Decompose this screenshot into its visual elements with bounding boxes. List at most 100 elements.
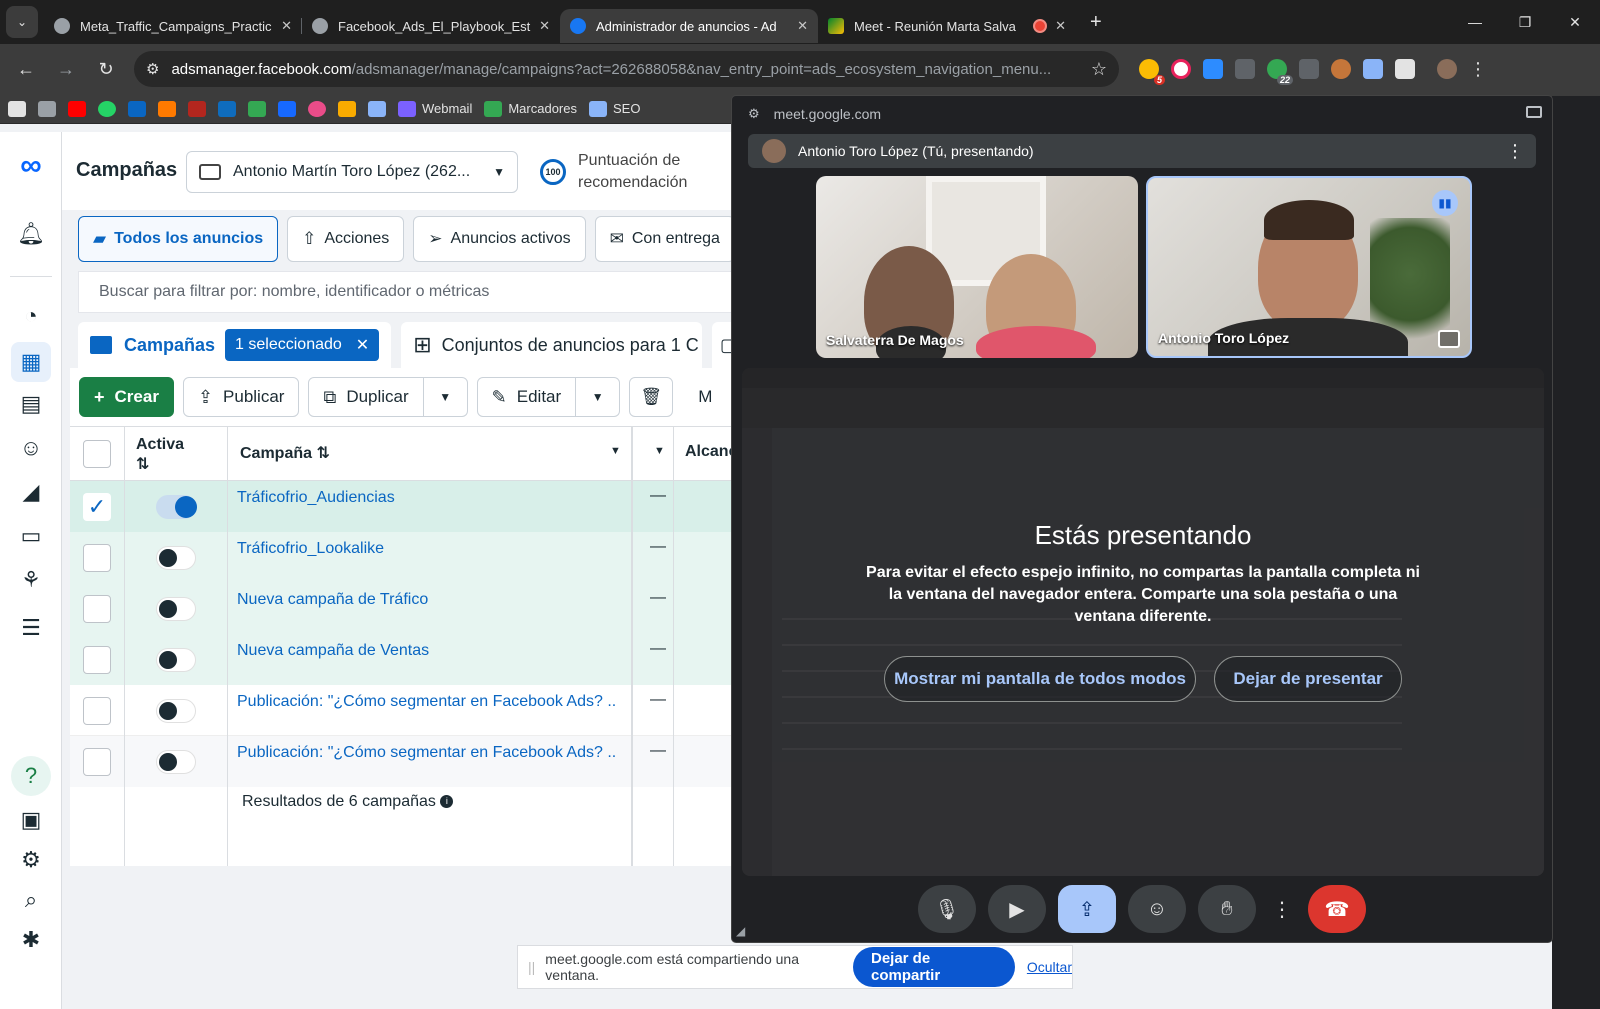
participant-tile[interactable]: Salvaterra De Magos	[816, 176, 1138, 358]
edit-dropdown[interactable]: ▼	[576, 377, 621, 417]
filter-active-ads[interactable]: ➢ Anuncios activos	[413, 216, 586, 262]
forward-icon[interactable]: →	[46, 59, 86, 80]
reload-icon[interactable]: ↻	[86, 59, 126, 80]
stop-sharing-button[interactable]: Dejar de compartir	[852, 947, 1015, 987]
outlook-icon[interactable]	[218, 100, 236, 117]
selected-badge[interactable]: 1 seleccionado ✕	[225, 329, 380, 361]
bookmark-red-icon[interactable]	[188, 100, 206, 117]
campaign-name-link[interactable]: Tráficofrio_Audiencias	[237, 489, 617, 507]
browser-tab-1[interactable]: Meta_Traffic_Campaigns_Practic ✕	[44, 9, 302, 43]
campaign-name-link[interactable]: Tráficofrio_Lookalike	[237, 540, 617, 558]
accessibility-icon[interactable]	[368, 100, 386, 117]
news-feed-icon[interactable]: ▣	[11, 800, 51, 840]
minimize-icon[interactable]: —	[1450, 14, 1500, 30]
back-icon[interactable]: ←	[6, 59, 46, 80]
extension-s-icon[interactable]	[1299, 59, 1319, 79]
extension-green-icon[interactable]: 22	[1267, 59, 1293, 85]
campaign-name-link[interactable]: Nueva campaña de Ventas	[237, 642, 617, 660]
campaign-toggle[interactable]	[156, 495, 197, 519]
analytics-icon[interactable]	[338, 100, 356, 117]
extension-block-icon[interactable]	[1171, 59, 1191, 79]
more-button[interactable]: M	[698, 387, 712, 407]
campaigns-table-icon[interactable]: ▦	[11, 342, 51, 382]
meta-logo-icon[interactable]: ∞	[11, 146, 51, 186]
show-screen-anyway-button[interactable]: Mostrar mi pantalla de todos modos	[884, 656, 1196, 702]
header-campaign[interactable]: Campaña ⇅	[240, 443, 330, 463]
extension-shield-icon[interactable]	[1363, 59, 1383, 79]
present-screen-button[interactable]: ⇪	[1058, 885, 1116, 933]
reactions-button[interactable]: ☺	[1128, 885, 1186, 933]
youtube-icon[interactable]	[68, 100, 86, 117]
drag-handle-icon[interactable]: ||	[528, 959, 535, 975]
filter-delivering[interactable]: ✉ Con entrega	[594, 216, 735, 262]
campaign-toggle[interactable]	[156, 750, 196, 774]
header-active[interactable]: Activa ⇅	[136, 435, 184, 475]
extension-m-icon[interactable]	[1203, 59, 1223, 79]
resize-handle-icon[interactable]: ◢	[736, 924, 745, 938]
row-checkbox[interactable]	[83, 646, 111, 674]
audiences-icon[interactable]: ☺	[11, 428, 51, 468]
table-row[interactable]: Tráficofrio_Lookalike —	[70, 532, 742, 583]
extension-cookie-icon[interactable]	[1331, 59, 1351, 79]
column-dropdown-icon[interactable]: ▼	[610, 445, 621, 457]
table-row[interactable]: Nueva campaña de Ventas —	[70, 634, 742, 685]
close-tab-icon[interactable]: ✕	[281, 18, 292, 34]
stop-presenting-button[interactable]: Dejar de presentar	[1214, 656, 1402, 702]
extension-bulb-icon[interactable]: 5	[1139, 59, 1165, 85]
campaign-name-link[interactable]: Publicación: "¿Cómo segmentar en Faceboo…	[237, 693, 617, 711]
campaign-toggle[interactable]	[156, 699, 196, 723]
site-info-icon[interactable]: ⚙	[748, 106, 760, 122]
linkedin-icon[interactable]	[128, 100, 146, 117]
create-button[interactable]: + Crear	[79, 377, 174, 417]
bookmark-webmail[interactable]: Webmail	[398, 100, 472, 117]
help-icon[interactable]: ?	[11, 756, 51, 796]
settings-gear-icon[interactable]: ⚙	[11, 840, 51, 880]
address-bar[interactable]: ⚙ adsmanager.facebook.com /adsmanager/ma…	[134, 51, 1119, 87]
column-dropdown-icon[interactable]: ▼	[654, 445, 665, 457]
participant-tile-self[interactable]: ▮▮ Antonio Toro López	[1146, 176, 1472, 358]
clear-selection-icon[interactable]: ✕	[356, 335, 369, 355]
delete-button[interactable]: 🗑︎	[629, 377, 674, 417]
filter-actions[interactable]: ⇧ Acciones	[287, 216, 405, 262]
row-checkbox[interactable]	[83, 544, 111, 572]
table-row[interactable]: ✓ Tráficofrio_Audiencias —	[70, 481, 742, 532]
close-window-icon[interactable]: ✕	[1550, 14, 1600, 31]
profile-avatar[interactable]	[1437, 59, 1457, 79]
microphone-button[interactable]: 🎙︎	[918, 885, 976, 933]
row-checkbox[interactable]	[83, 748, 111, 776]
hide-link[interactable]: Ocultar	[1027, 959, 1072, 975]
dashboard-gauge-icon[interactable]: ◔	[11, 296, 51, 336]
row-checkbox[interactable]: ✓	[83, 493, 111, 521]
behance-icon[interactable]	[278, 100, 296, 117]
close-tab-icon[interactable]: ✕	[1055, 18, 1066, 34]
dribbble-icon[interactable]	[308, 100, 326, 117]
site-info-icon[interactable]: ⚙	[146, 60, 159, 78]
business-settings-icon[interactable]: ⚘	[11, 560, 51, 600]
opportunity-score[interactable]: 100 Puntuación de recomendación	[540, 150, 718, 194]
extensions-puzzle-icon[interactable]	[1395, 59, 1415, 79]
duplicate-dropdown[interactable]: ▼	[423, 377, 468, 417]
camera-button[interactable]: ▶	[988, 885, 1046, 933]
select-all-checkbox[interactable]	[83, 440, 111, 468]
play-icon[interactable]	[158, 100, 176, 117]
menu-hamburger-icon[interactable]: ☰	[11, 608, 51, 648]
sort-icon[interactable]: ⇅	[136, 456, 149, 473]
filter-all-ads[interactable]: ▰ Todos los anuncios	[78, 216, 279, 262]
bookmark-star-icon[interactable]: ☆	[1091, 59, 1107, 80]
bookmark-marcadores[interactable]: Marcadores	[484, 100, 577, 117]
browser-tab-2[interactable]: Facebook_Ads_El_Playbook_Estr ✕	[302, 9, 560, 43]
picture-in-picture-icon[interactable]	[1526, 106, 1542, 118]
bug-report-icon[interactable]: ✱	[11, 920, 51, 960]
table-row[interactable]: Publicación: "¿Cómo segmentar en Faceboo…	[70, 736, 742, 787]
tab-campaigns[interactable]: Campañas 1 seleccionado ✕	[78, 322, 392, 368]
search-input[interactable]: Buscar para filtrar por: nombre, identif…	[78, 271, 742, 313]
whatsapp-icon[interactable]	[98, 100, 116, 117]
search-icon[interactable]: ⌕	[11, 880, 51, 920]
table-row[interactable]: Publicación: "¿Cómo segmentar en Faceboo…	[70, 685, 742, 736]
bookmark-a-icon[interactable]	[8, 100, 26, 117]
sort-icon[interactable]: ⇅	[316, 445, 329, 462]
bookmark-seo[interactable]: SEO	[588, 100, 640, 117]
pages-icon[interactable]: ▤	[11, 384, 51, 424]
tab-adsets[interactable]: ⊞ Conjuntos de anuncios para 1 C	[401, 322, 702, 368]
billing-card-icon[interactable]: ▭	[11, 516, 51, 556]
